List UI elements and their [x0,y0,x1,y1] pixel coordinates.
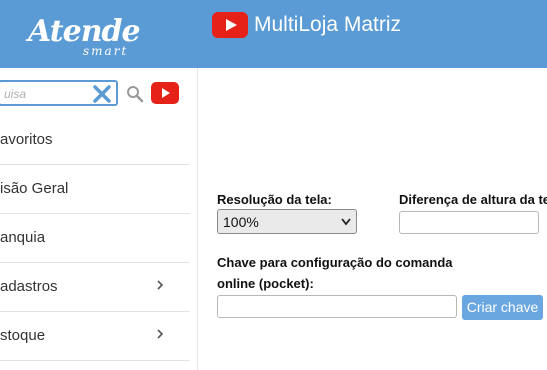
sidebar-item-cadastros[interactable]: adastros [0,263,190,312]
resolution-select[interactable]: 100% [217,209,357,234]
sidebar-item-label: isão Geral [0,180,69,197]
sidebar-item-visao-geral[interactable]: isão Geral [0,165,190,214]
sidebar-item-label: avoritos [0,131,53,148]
chevron-right-icon [157,280,164,290]
sidebar-item-franquia[interactable]: anquia [0,214,190,263]
search-icon[interactable] [126,85,144,103]
pocket-key-label-line1: Chave para configuração do comanda [217,255,453,270]
sidebar-item-estoque[interactable]: stoque [0,312,190,361]
sidebar-item-label: adastros [0,278,58,295]
resolution-label: Resolução da tela: [217,192,332,207]
sidebar: avoritos isão Geral anquia adastros stoq… [0,68,198,370]
logo-subtext: smart [83,44,129,58]
pocket-key-label-line2: online (pocket): [217,276,314,291]
chevron-down-icon [341,218,351,226]
sidebar-item-favoritos[interactable]: avoritos [0,116,190,165]
youtube-icon[interactable] [212,12,248,38]
atende-smart-logo: Atende smart [28,10,141,62]
chevron-right-icon [157,329,164,339]
sidebar-menu: avoritos isão Geral anquia adastros stoq… [0,116,190,361]
clear-x-icon[interactable] [92,84,112,104]
search-input[interactable] [4,85,84,103]
height-diff-input[interactable] [399,211,539,234]
page-title: MultiLoja Matriz [254,13,402,36]
sidebar-item-label: anquia [0,229,46,246]
height-diff-label: Diferença de altura da te [399,192,547,207]
search-field[interactable] [0,80,118,106]
create-key-button[interactable]: Criar chave [462,295,543,320]
sidebar-item-label: stoque [0,327,46,344]
app-header: Atende smart MultiLoja Matriz [0,0,547,68]
youtube-icon[interactable] [151,82,179,104]
resolution-value: 100% [223,214,259,230]
pocket-key-input[interactable] [217,295,457,318]
